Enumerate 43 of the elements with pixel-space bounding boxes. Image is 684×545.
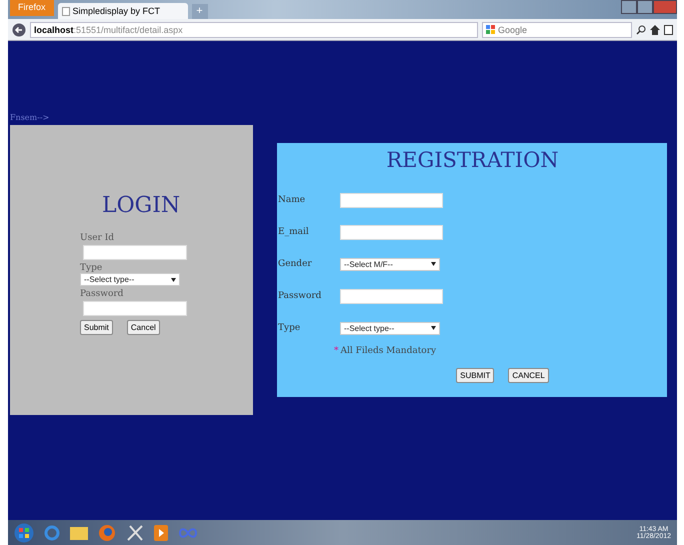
firefox-icon[interactable] bbox=[98, 524, 116, 542]
field-label: Gender bbox=[278, 259, 313, 269]
media-icon[interactable] bbox=[154, 524, 168, 540]
browser-tab[interactable]: Simpledisplay by FCT bbox=[58, 3, 188, 19]
caret-icon bbox=[431, 326, 436, 330]
breadcrumb-text: Fnsem--> bbox=[10, 113, 50, 124]
page-icon bbox=[62, 6, 70, 16]
home-icon[interactable] bbox=[650, 24, 660, 34]
login-title: LOGIN bbox=[102, 193, 180, 218]
start-icon[interactable] bbox=[14, 522, 34, 542]
form-button[interactable]: CANCEL bbox=[508, 368, 549, 383]
search-field[interactable]: Google bbox=[482, 22, 632, 38]
close-button[interactable] bbox=[653, 0, 677, 14]
input-field[interactable] bbox=[83, 301, 187, 316]
select-field[interactable]: --Select type-- bbox=[340, 322, 440, 334]
form-button[interactable]: Cancel bbox=[126, 320, 160, 335]
select-field[interactable]: --Select M/F-- bbox=[340, 258, 440, 270]
mandatory-note: All Fileds Mandatory bbox=[340, 346, 436, 356]
search-icon[interactable] bbox=[636, 24, 646, 34]
field-label: User Id bbox=[80, 233, 114, 243]
form-button[interactable]: SUBMIT bbox=[456, 368, 494, 383]
required-mark: * bbox=[334, 346, 338, 356]
input-field[interactable] bbox=[340, 288, 443, 304]
form-button[interactable]: Submit bbox=[80, 320, 113, 335]
input-field[interactable] bbox=[340, 224, 443, 240]
field-label: Type bbox=[278, 323, 302, 333]
field-label: Name bbox=[278, 195, 306, 205]
google-icon bbox=[486, 25, 495, 34]
field-label: Type bbox=[80, 263, 102, 273]
back-icon[interactable] bbox=[12, 22, 26, 36]
address-field[interactable]: localhost:51551/multifact/detail.aspx bbox=[30, 22, 478, 38]
caret-icon bbox=[431, 262, 436, 266]
field-label: Password bbox=[80, 289, 124, 299]
caret-icon bbox=[171, 278, 176, 282]
field-label: E_mail bbox=[278, 227, 310, 237]
select-field[interactable]: --Select type-- bbox=[80, 273, 180, 286]
folder-icon[interactable] bbox=[70, 525, 88, 540]
input-field[interactable] bbox=[340, 192, 443, 208]
minimize-button[interactable] bbox=[621, 0, 637, 14]
field-label: Password bbox=[278, 291, 322, 301]
maximize-button[interactable] bbox=[637, 0, 653, 14]
input-field[interactable] bbox=[83, 245, 187, 260]
registration-title: REGISTRATION bbox=[385, 148, 560, 172]
